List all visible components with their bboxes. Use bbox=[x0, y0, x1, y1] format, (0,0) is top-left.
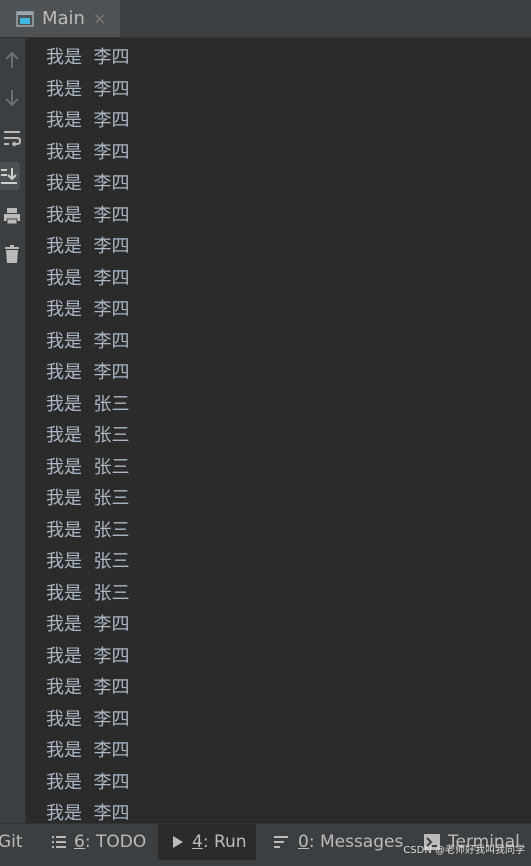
soft-wrap-icon bbox=[4, 131, 21, 147]
console-line: 我是 李四 bbox=[46, 803, 130, 823]
console-line: 我是 张三 bbox=[46, 425, 130, 446]
tab-main[interactable]: Main × bbox=[0, 0, 120, 37]
tab-title: Main bbox=[42, 8, 85, 29]
console-line: 我是 李四 bbox=[46, 236, 130, 257]
console-line: 我是 李四 bbox=[46, 645, 130, 667]
up-arrow-button[interactable] bbox=[0, 46, 24, 74]
console-line: 我是 李四 bbox=[46, 173, 130, 194]
console-output[interactable]: 我是 李四 我是 李四 我是 李四 我是 李四 我是 李四 我是 李四 我是 李… bbox=[27, 38, 531, 823]
soft-wrap-button[interactable] bbox=[0, 124, 24, 152]
down-arrow-button[interactable] bbox=[0, 84, 24, 112]
trash-icon bbox=[5, 245, 19, 263]
tool-tab-messages[interactable]: 0: Messages bbox=[274, 824, 403, 860]
console-line: 我是 李四 bbox=[46, 740, 130, 761]
console-line: 我是 李四 bbox=[46, 78, 130, 100]
close-icon[interactable]: × bbox=[93, 9, 106, 28]
console-line: 我是 张三 bbox=[46, 456, 130, 478]
watermark: CSDN @老师好我叫我同学 bbox=[403, 845, 525, 856]
messages-shortcut: 0 bbox=[298, 832, 309, 852]
console-line: 我是 李四 bbox=[46, 330, 130, 352]
tool-tab-todo[interactable]: 6: TODO bbox=[52, 824, 146, 860]
console-line: 我是 李四 bbox=[46, 267, 130, 289]
todo-label: : TODO bbox=[84, 832, 147, 852]
console-line: 我是 李四 bbox=[46, 141, 130, 163]
console-line: 我是 李四 bbox=[46, 47, 130, 68]
run-shortcut: 4 bbox=[192, 832, 203, 852]
console-line: 我是 李四 bbox=[46, 362, 130, 383]
down-arrow-icon bbox=[5, 90, 19, 107]
console-toolbar bbox=[0, 38, 26, 823]
tab-bar: Main × bbox=[0, 0, 531, 38]
clear-button[interactable] bbox=[0, 240, 24, 268]
git-label: Git bbox=[0, 832, 23, 852]
console-line: 我是 李四 bbox=[46, 677, 130, 698]
console-line: 我是 张三 bbox=[46, 519, 130, 541]
console-line: 我是 李四 bbox=[46, 110, 130, 131]
run-label: : Run bbox=[202, 832, 247, 852]
messages-icon bbox=[274, 836, 288, 848]
todo-shortcut: 6 bbox=[74, 832, 85, 852]
up-arrow-icon bbox=[5, 51, 19, 68]
console-line: 我是 李四 bbox=[46, 299, 130, 320]
scroll-to-end-button[interactable] bbox=[0, 162, 20, 190]
print-button[interactable] bbox=[0, 202, 24, 230]
play-icon bbox=[173, 836, 183, 848]
console-line: 我是 张三 bbox=[46, 582, 130, 604]
tool-tab-git[interactable]: Git bbox=[0, 824, 23, 860]
console-line: 我是 张三 bbox=[46, 488, 130, 509]
list-icon bbox=[52, 836, 66, 848]
console-line: 我是 李四 bbox=[46, 204, 130, 226]
console-window-icon bbox=[16, 10, 34, 27]
scroll-to-end-icon bbox=[1, 168, 17, 184]
console-line: 我是 李四 bbox=[46, 708, 130, 730]
tool-tab-run[interactable]: 4: Run bbox=[158, 824, 256, 860]
console-line: 我是 李四 bbox=[46, 771, 130, 793]
messages-label: : Messages bbox=[308, 832, 404, 852]
print-icon bbox=[4, 208, 20, 225]
console-line: 我是 李四 bbox=[46, 614, 130, 635]
console-line: 我是 张三 bbox=[46, 393, 130, 415]
console-line: 我是 张三 bbox=[46, 551, 130, 572]
